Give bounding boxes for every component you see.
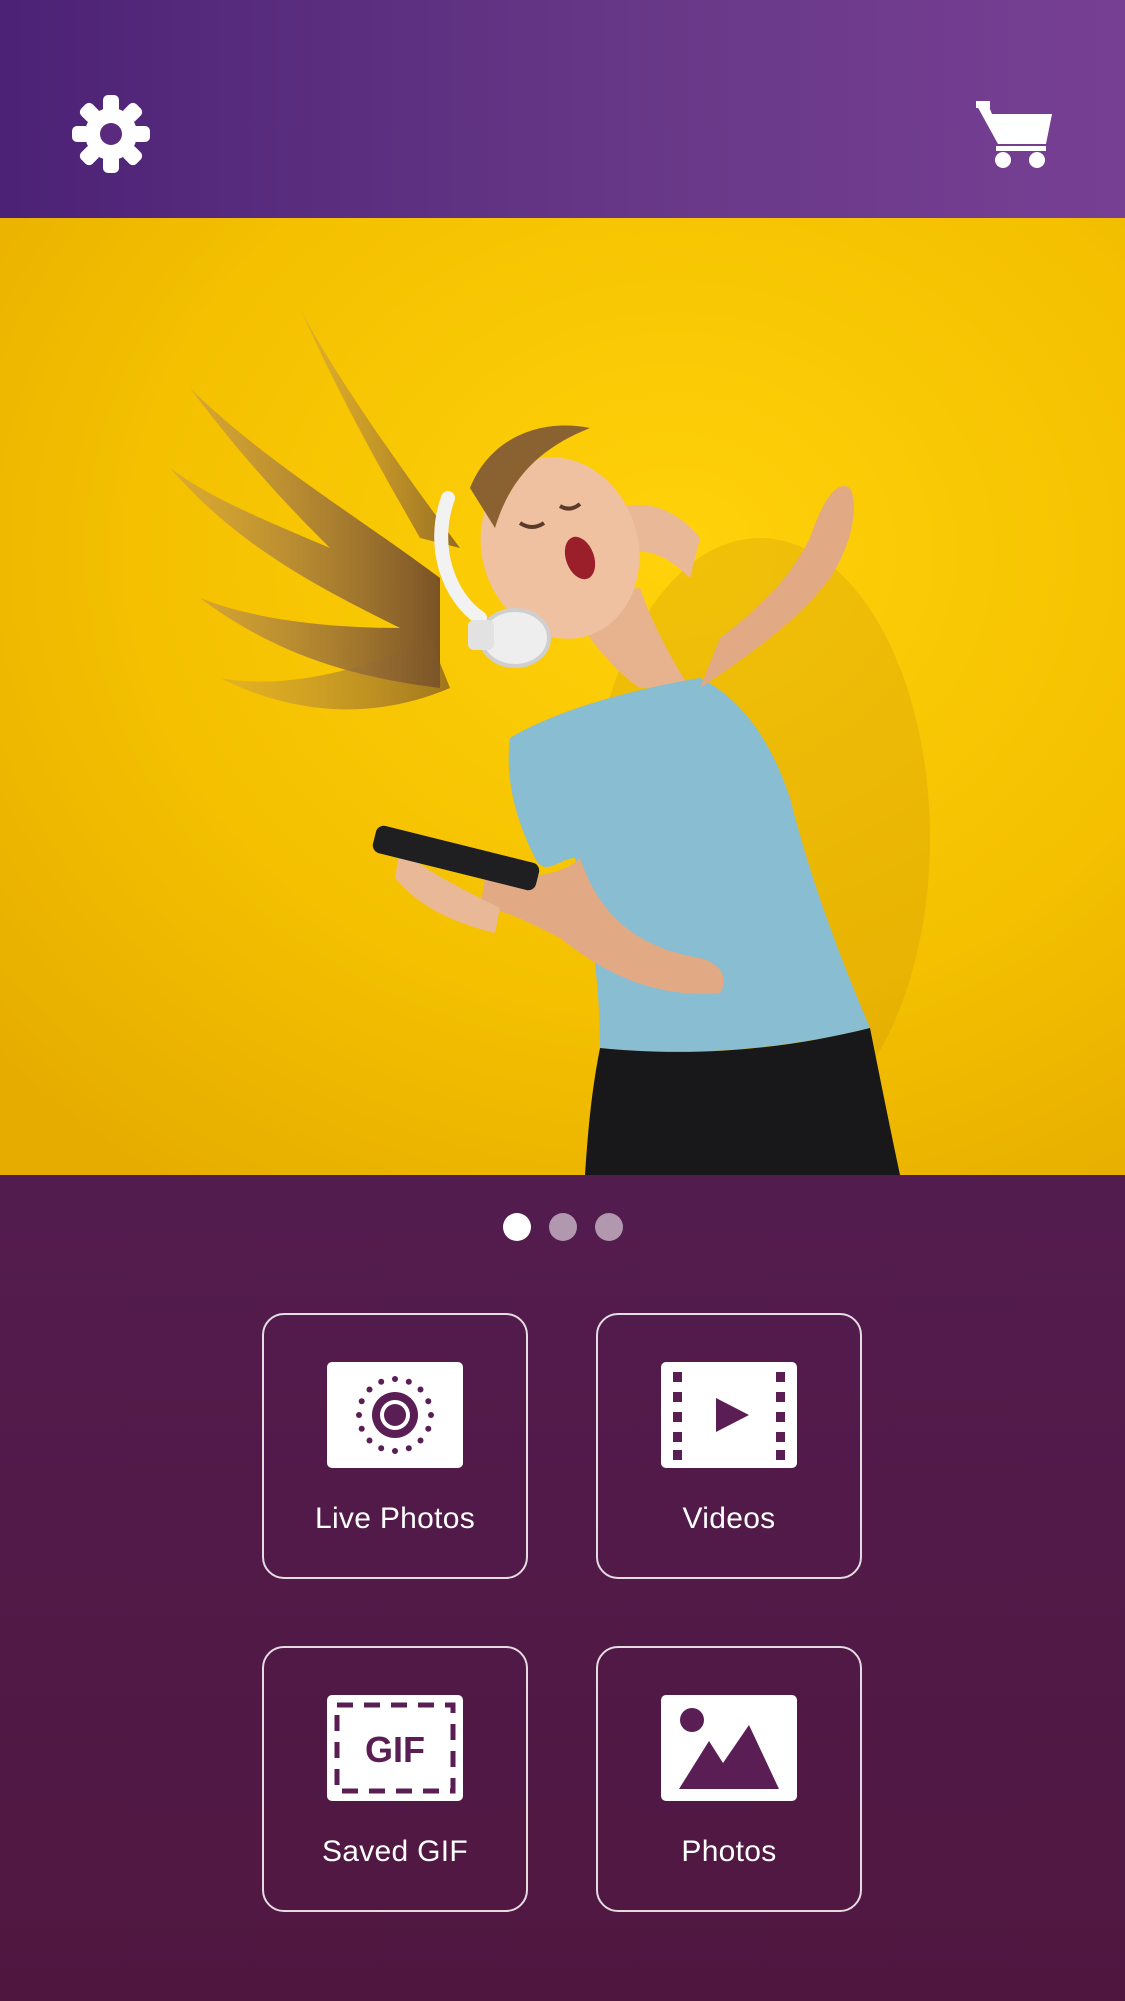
- tile-saved-gif[interactable]: GIF Saved GIF: [262, 1646, 528, 1912]
- hero-banner[interactable]: [0, 218, 1125, 1175]
- tile-videos[interactable]: Videos: [596, 1313, 862, 1579]
- video-film-icon: [661, 1362, 797, 1468]
- tile-photos[interactable]: Photos: [596, 1646, 862, 1912]
- gear-icon: [72, 95, 150, 173]
- carousel-dot-2[interactable]: [548, 1213, 577, 1241]
- tile-label: Videos: [682, 1502, 776, 1535]
- carousel-indicator: [0, 1213, 1125, 1245]
- tile-live-photos[interactable]: Live Photos: [262, 1313, 528, 1579]
- gif-icon: GIF: [327, 1695, 463, 1801]
- top-bar: [0, 0, 1125, 218]
- tile-label: Saved GIF: [321, 1835, 469, 1868]
- carousel-dot-3[interactable]: [594, 1213, 623, 1241]
- live-photo-icon: [327, 1362, 463, 1468]
- carousel-dot-1[interactable]: [502, 1213, 531, 1241]
- tile-label: Live Photos: [314, 1502, 476, 1535]
- settings-button[interactable]: [51, 74, 171, 194]
- photo-landscape-icon: [661, 1695, 797, 1801]
- hero-image: [0, 218, 1125, 1175]
- gif-icon-text: GIF: [365, 1729, 425, 1770]
- cart-icon: [976, 101, 1052, 168]
- cart-button[interactable]: [954, 74, 1074, 194]
- tile-label: Photos: [681, 1835, 777, 1868]
